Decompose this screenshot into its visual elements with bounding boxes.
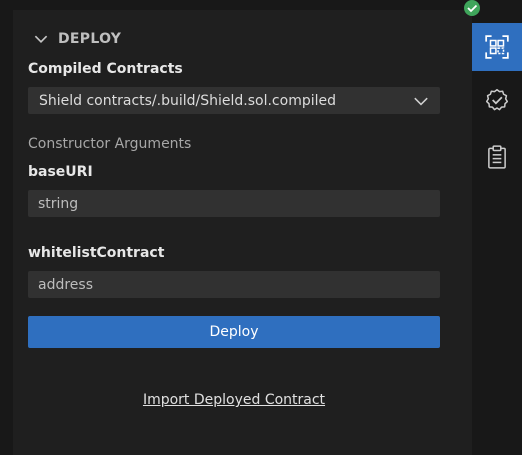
- deploy-button[interactable]: Deploy: [28, 316, 440, 348]
- chevron-down-icon: [34, 35, 48, 44]
- argument-label-whitelistcontract: whitelistContract: [28, 245, 165, 261]
- deploy-section-header[interactable]: DEPLOY: [32, 28, 121, 50]
- argument-label-baseuri: baseURI: [28, 164, 93, 180]
- selected-contract-value: Shield contracts/.build/Shield.sol.compi…: [39, 92, 336, 109]
- ide-window: DEPLOY Compiled Contracts Shield contrac…: [0, 0, 522, 455]
- check-circle-icon: [464, 0, 480, 16]
- clipboard-icon: [488, 145, 506, 169]
- verified-badge-icon: [485, 88, 509, 111]
- activity-item-clipboard[interactable]: [472, 133, 522, 181]
- cropped-icon: [486, 0, 510, 6]
- activity-item-contracts[interactable]: [472, 23, 522, 71]
- deploy-panel: DEPLOY Compiled Contracts Shield contrac…: [13, 10, 472, 455]
- section-title: DEPLOY: [58, 31, 122, 47]
- whitelistcontract-input[interactable]: [28, 271, 440, 298]
- activity-bar: [472, 0, 522, 455]
- compiled-contracts-label: Compiled Contracts: [28, 61, 183, 77]
- editor-edge: [0, 0, 13, 455]
- import-deployed-contract-link[interactable]: Import Deployed Contract: [13, 392, 455, 408]
- activity-item-verify[interactable]: [472, 76, 522, 124]
- top-strip: [13, 0, 472, 10]
- baseuri-input[interactable]: [28, 190, 440, 217]
- constructor-arguments-label: Constructor Arguments: [28, 136, 192, 152]
- chevron-down-icon: [414, 97, 428, 105]
- compiled-contract-select[interactable]: Shield contracts/.build/Shield.sol.compi…: [28, 87, 440, 114]
- contract-blocks-icon: [485, 35, 509, 59]
